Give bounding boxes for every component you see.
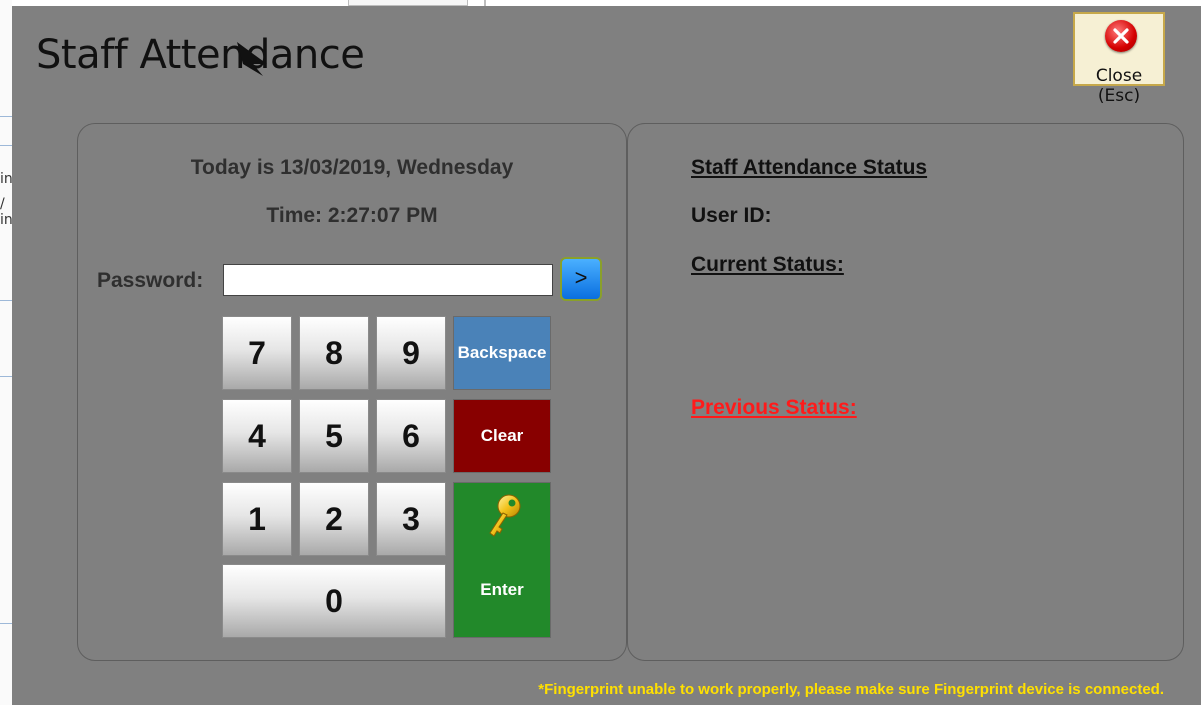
keypad-key-2[interactable]: 2 <box>299 482 369 556</box>
keypad-key-0[interactable]: 0 <box>222 564 446 638</box>
time-display: Time: 2:27:07 PM <box>266 204 438 227</box>
background-text: in <box>0 171 12 187</box>
attendance-entry-panel: Today is 13/03/2019, Wednesday Time: 2:2… <box>77 123 627 661</box>
background-divider <box>0 376 12 377</box>
background-text: in <box>0 212 12 228</box>
password-input[interactable] <box>223 264 553 296</box>
enter-button[interactable]: Enter <box>453 482 551 638</box>
background-divider <box>0 145 12 146</box>
close-button-label: Close (Esc) <box>1095 66 1143 106</box>
keypad-key-1[interactable]: 1 <box>222 482 292 556</box>
previous-status-label: Previous Status: <box>691 396 857 419</box>
keypad-key-8[interactable]: 8 <box>299 316 369 390</box>
date-display: Today is 13/03/2019, Wednesday <box>190 156 514 179</box>
close-button[interactable]: Close (Esc) <box>1073 12 1165 106</box>
mouse-cursor-icon <box>237 42 267 76</box>
keypad-key-7[interactable]: 7 <box>222 316 292 390</box>
current-status-label: Current Status: <box>691 253 844 276</box>
background-text: / <box>0 196 5 212</box>
password-label: Password: <box>97 269 204 292</box>
close-x-icon <box>1105 20 1137 52</box>
key-icon <box>489 494 521 537</box>
keypad-key-5[interactable]: 5 <box>299 399 369 473</box>
attendance-status-panel: Staff Attendance Status User ID: Current… <box>627 123 1184 661</box>
backspace-button[interactable]: Backspace <box>453 316 551 390</box>
background-divider <box>0 623 12 624</box>
keypad-key-3[interactable]: 3 <box>376 482 446 556</box>
submit-arrow-button[interactable]: > <box>560 257 602 301</box>
enter-button-label: Enter <box>480 580 524 599</box>
background-divider <box>0 300 12 301</box>
keypad-key-6[interactable]: 6 <box>376 399 446 473</box>
status-title: Staff Attendance Status <box>691 156 928 179</box>
dialog-title: Staff Attendance <box>36 32 365 78</box>
fingerprint-warning: *Fingerprint unable to work properly, pl… <box>538 681 1164 698</box>
staff-attendance-dialog: Staff Attendance Close (Esc) Today is 13… <box>12 6 1201 705</box>
clear-button[interactable]: Clear <box>453 399 551 473</box>
user-id-label: User ID: <box>691 204 772 227</box>
background-divider <box>0 116 12 117</box>
keypad-key-4[interactable]: 4 <box>222 399 292 473</box>
keypad-key-9[interactable]: 9 <box>376 316 446 390</box>
